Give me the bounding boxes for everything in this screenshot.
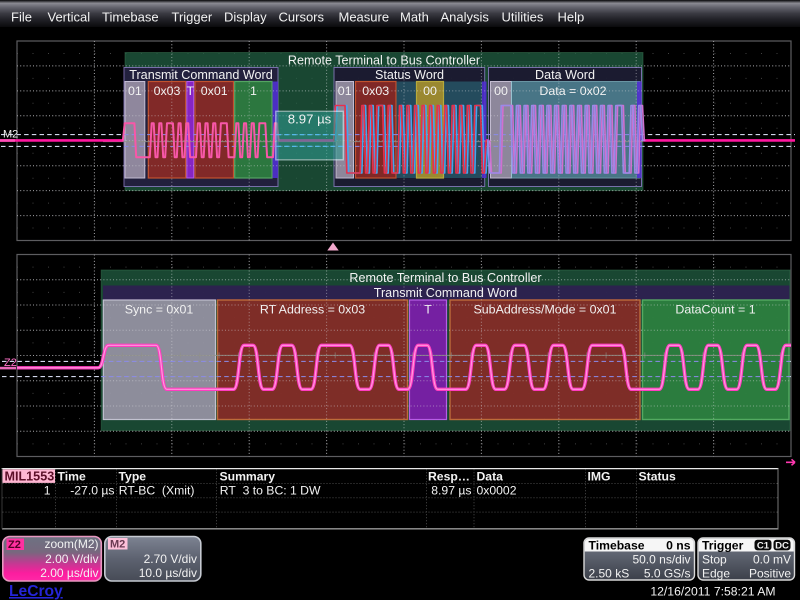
svg-text:Z2: Z2 <box>8 539 21 551</box>
svg-text:DC: DC <box>775 540 789 551</box>
svg-text:IMG: IMG <box>588 469 611 483</box>
svg-text:Resp…: Resp… <box>428 469 470 483</box>
svg-text:2.70 V/div: 2.70 V/div <box>144 552 197 566</box>
svg-text:Remote Terminal to Bus Control: Remote Terminal to Bus Controller <box>288 54 480 68</box>
svg-text:Positive: Positive <box>749 566 791 580</box>
svg-text:Transmit Command Word: Transmit Command Word <box>129 68 272 82</box>
svg-text:Time: Time <box>58 469 86 483</box>
svg-text:Transmit Command Word: Transmit Command Word <box>374 286 517 300</box>
svg-text:Data: Data <box>477 469 504 483</box>
svg-text:01: 01 <box>338 84 352 98</box>
svg-text:01: 01 <box>128 84 142 98</box>
svg-text:M2: M2 <box>110 539 125 551</box>
svg-text:Math: Math <box>400 10 429 25</box>
svg-text:Timebase: Timebase <box>589 538 645 552</box>
svg-text:C1: C1 <box>757 540 770 551</box>
svg-text:50.0 ns/div: 50.0 ns/div <box>632 552 690 566</box>
svg-text:zoom(M2): zoom(M2) <box>44 537 98 551</box>
svg-text:0 ns: 0 ns <box>666 538 691 552</box>
svg-text:0.0 mV: 0.0 mV <box>753 552 791 566</box>
svg-text:MIL1553: MIL1553 <box>5 470 55 484</box>
svg-text:10.0 µs/div: 10.0 µs/div <box>139 566 197 580</box>
svg-text:Type: Type <box>119 469 147 483</box>
svg-text:Stop: Stop <box>702 552 727 566</box>
svg-text:RT Address = 0x03: RT Address = 0x03 <box>260 303 365 317</box>
svg-text:Timebase: Timebase <box>102 10 159 25</box>
svg-text:Utilities: Utilities <box>502 10 544 25</box>
svg-text:2.00 V/div: 2.00 V/div <box>45 552 98 566</box>
svg-text:Status Word: Status Word <box>375 68 444 82</box>
svg-text:Edge: Edge <box>702 566 730 580</box>
svg-text:Help: Help <box>558 10 585 25</box>
svg-text:Remote Terminal to Bus Control: Remote Terminal to Bus Controller <box>349 271 541 285</box>
svg-text:T: T <box>424 303 432 317</box>
svg-text:12/16/2011 7:58:21 AM: 12/16/2011 7:58:21 AM <box>650 584 775 598</box>
svg-text:RT-BC (Xmit): RT-BC (Xmit) <box>119 483 195 497</box>
svg-text:File: File <box>11 10 32 25</box>
svg-text:Measure: Measure <box>339 10 390 25</box>
svg-text:Analysis: Analysis <box>441 10 490 25</box>
svg-text:Display: Display <box>224 10 267 25</box>
svg-text:LeCroy: LeCroy <box>9 583 63 600</box>
svg-text:8.97 µs: 8.97 µs <box>431 483 471 497</box>
svg-text:M2: M2 <box>3 129 18 141</box>
svg-text:Trigger: Trigger <box>172 10 213 25</box>
svg-text:0x01: 0x01 <box>201 84 228 98</box>
svg-text:Summary: Summary <box>220 469 276 483</box>
svg-text:Status: Status <box>639 469 676 483</box>
svg-text:Cursors: Cursors <box>279 10 325 25</box>
svg-text:Vertical: Vertical <box>48 10 91 25</box>
svg-text:Data Word: Data Word <box>535 68 595 82</box>
svg-text:8.97 µs: 8.97 µs <box>288 111 332 126</box>
svg-text:0x03: 0x03 <box>154 84 181 98</box>
svg-text:5.0 GS/s: 5.0 GS/s <box>644 566 691 580</box>
svg-text:2.00 µs/div: 2.00 µs/div <box>40 566 98 580</box>
svg-text:Trigger: Trigger <box>702 538 744 552</box>
svg-text:0x0002: 0x0002 <box>477 483 517 497</box>
svg-text:-27.0 µs: -27.0 µs <box>70 483 114 497</box>
svg-text:RT 3 to BC: 1 DW: RT 3 to BC: 1 DW <box>220 483 321 497</box>
svg-text:Sync = 0x01: Sync = 0x01 <box>125 303 194 317</box>
svg-text:2.50 kS: 2.50 kS <box>589 566 630 580</box>
svg-text:1: 1 <box>44 483 51 497</box>
